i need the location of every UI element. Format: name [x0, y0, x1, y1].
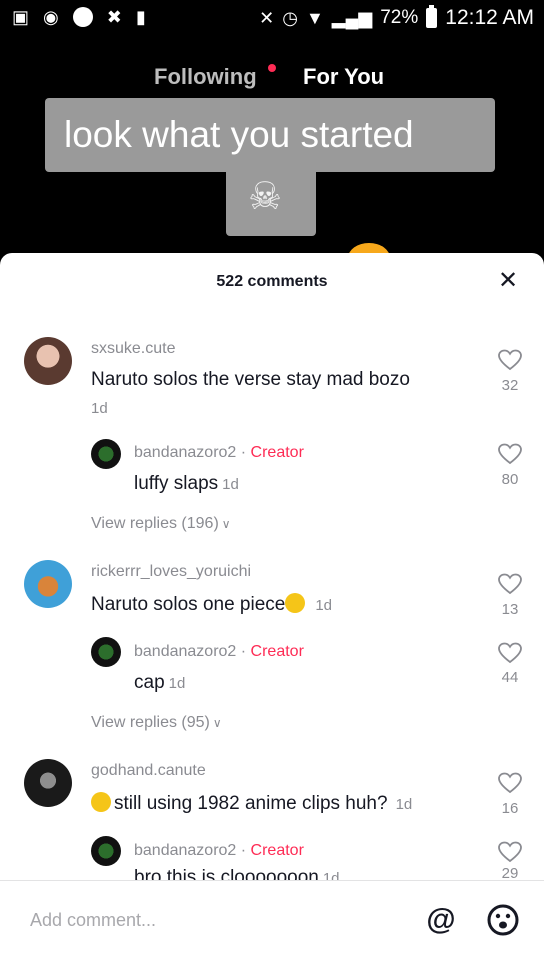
wifi-icon: ▼: [305, 8, 324, 28]
creator-badge: Creator: [250, 444, 304, 461]
clock: 12:12 AM: [445, 6, 534, 29]
reply-text: cap 1d: [134, 672, 185, 694]
avatar[interactable]: [91, 637, 121, 667]
battery-icon: [426, 5, 438, 28]
record-icon: [72, 7, 93, 27]
like-count: 13: [501, 601, 519, 618]
feed-tabs: Following For You: [0, 62, 544, 107]
reply-text-body: cap: [134, 672, 165, 693]
comment-time: 1d: [395, 796, 413, 813]
reply-username-text[interactable]: bandanazoro2: [134, 444, 236, 461]
like-count: 44: [501, 669, 519, 686]
view-replies-button[interactable]: View replies (196) ∨: [91, 515, 231, 533]
comment-text: Naruto solos one piece 1d: [91, 593, 332, 616]
skull-emoji-icon: ☠: [248, 176, 283, 218]
comment-time: 1d: [91, 400, 108, 417]
heart-icon[interactable]: [498, 349, 522, 371]
reply-username-text[interactable]: bandanazoro2: [134, 643, 236, 660]
reply-username-text[interactable]: bandanazoro2: [134, 842, 236, 859]
neutral-face-emoji-icon: [285, 593, 306, 613]
creator-badge: Creator: [250, 643, 304, 660]
like-count: 32: [501, 377, 519, 394]
comment-input[interactable]: Add comment...: [30, 910, 156, 931]
comment-text: still using 1982 anime clips huh? 1d: [91, 792, 412, 815]
separator-dot: ·: [240, 643, 251, 660]
tab-following[interactable]: Following: [154, 64, 257, 90]
battery-percent: 72%: [380, 7, 419, 28]
avatar[interactable]: [24, 560, 72, 608]
comment-text-body: Naruto solos one piece: [91, 594, 286, 615]
chevron-down-icon: ∨: [221, 517, 231, 531]
tab-for-you[interactable]: For You: [303, 64, 384, 90]
reply-text: luffy slaps 1d: [134, 473, 239, 495]
heart-icon[interactable]: [498, 443, 522, 465]
avatar[interactable]: [24, 337, 72, 385]
status-left-icons: ▣ ◉ ✖ ▮: [12, 6, 146, 28]
frowning-face-emoji-icon: [91, 792, 111, 812]
like-count: 80: [501, 471, 519, 488]
comment-time: 1d: [315, 597, 333, 614]
chat-icon: ◉: [43, 7, 59, 27]
video-caption: look what you started: [64, 114, 414, 155]
view-replies-label: View replies (95): [91, 714, 210, 731]
close-icon[interactable]: ✕: [494, 267, 522, 295]
status-right-icons: ✕ ◷ ▼ ▂▄▆ 72% 12:12 AM: [259, 5, 534, 30]
heart-icon[interactable]: [498, 642, 522, 664]
reply-username: bandanazoro2 · Creator: [134, 444, 304, 462]
alarm-icon: ◷: [282, 8, 298, 28]
creator-badge: Creator: [250, 842, 304, 859]
comment-text: Naruto solos the verse stay mad bozo: [91, 369, 410, 390]
separator-dot: ·: [240, 842, 251, 859]
separator-dot: ·: [240, 444, 251, 461]
comment-username[interactable]: sxsuke.cute: [91, 340, 175, 358]
bluetooth-icon: ✖: [106, 7, 122, 27]
reply-username: bandanazoro2 · Creator: [134, 643, 304, 661]
reply-time: 1d: [168, 675, 186, 692]
comments-sheet: 522 comments ✕ sxsuke.cute Naruto solos …: [0, 253, 544, 960]
mute-icon: ✕: [259, 8, 275, 28]
heart-icon[interactable]: [498, 573, 522, 595]
comment-input-bar: Add comment... @: [0, 880, 544, 961]
emoji-icon[interactable]: [486, 903, 520, 937]
comments-count: 522 comments: [216, 273, 328, 290]
mention-button[interactable]: @: [424, 903, 458, 937]
avatar[interactable]: [91, 439, 121, 469]
chevron-down-icon: ∨: [212, 716, 222, 730]
avatar[interactable]: [91, 836, 121, 866]
view-replies-label: View replies (196): [91, 515, 219, 532]
following-new-dot: [268, 64, 276, 72]
battery-alert-icon: ▮: [135, 7, 146, 27]
reply-username: bandanazoro2 · Creator: [134, 842, 304, 860]
reply-text-body: luffy slaps: [134, 473, 219, 494]
view-replies-button[interactable]: View replies (95) ∨: [91, 714, 222, 732]
comment-username[interactable]: godhand.canute: [91, 762, 206, 780]
notification-icon: ▣: [12, 7, 30, 27]
heart-icon[interactable]: [498, 772, 522, 794]
status-bar: ▣ ◉ ✖ ▮ ✕ ◷ ▼ ▂▄▆ 72% 12:12 AM: [0, 0, 544, 36]
heart-icon[interactable]: [498, 841, 522, 863]
signal-icon: ▂▄▆: [331, 8, 373, 28]
reply-time: 1d: [222, 476, 239, 493]
avatar[interactable]: [24, 759, 72, 807]
comment-username[interactable]: rickerrr_loves_yoruichi: [91, 563, 251, 581]
comment-text-body: still using 1982 anime clips huh?: [114, 793, 388, 814]
like-count: 16: [501, 800, 519, 817]
